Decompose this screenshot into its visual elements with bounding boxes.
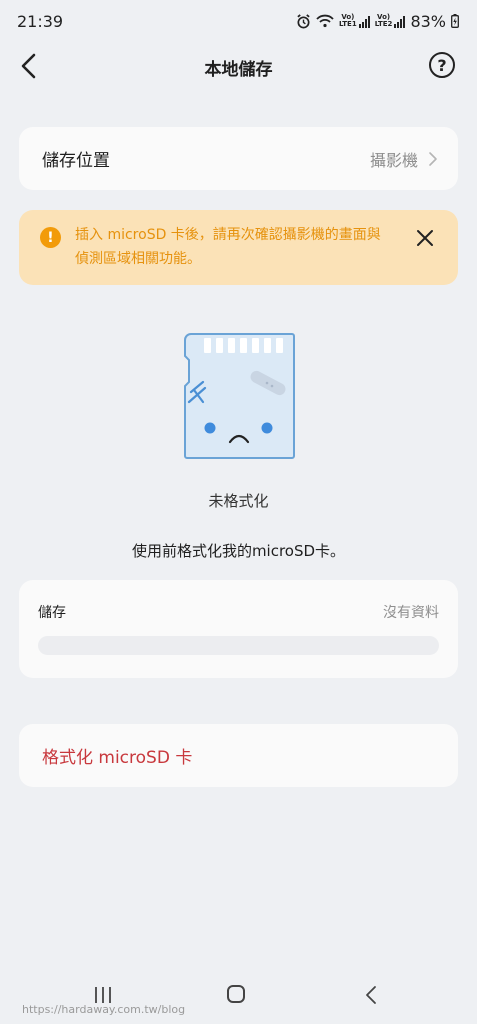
wifi-icon xyxy=(316,14,334,28)
storage-location-value: 攝影機 xyxy=(369,150,418,170)
sim2-signal: Vo) LTE2 xyxy=(375,14,406,28)
back-arrow-icon[interactable] xyxy=(16,52,44,80)
storage-info-card: 儲存 沒有資料 xyxy=(19,580,458,678)
storage-info-row: 儲存 沒有資料 xyxy=(38,602,439,622)
warning-icon: ! xyxy=(40,227,61,248)
chevron-right-icon xyxy=(429,151,437,166)
sim1-label: Vo) LTE1 xyxy=(338,13,357,28)
alarm-icon xyxy=(297,13,310,28)
sim1-signal: Vo) LTE1 xyxy=(339,14,370,28)
sd-format-hint: 使用前格式化我的microSD卡。 xyxy=(131,542,346,560)
battery-charging-icon xyxy=(451,14,459,28)
watermark-text: https://hardaway.com.tw/blog xyxy=(22,1003,186,1016)
home-icon[interactable] xyxy=(227,985,245,1003)
app-header: 本地儲存 ? xyxy=(0,42,477,92)
status-icons: Vo) LTE1 Vo) LTE2 83% xyxy=(296,12,459,31)
recent-apps-icon[interactable] xyxy=(93,986,113,1004)
storage-label: 儲存 xyxy=(38,605,66,621)
storage-usage-bar xyxy=(38,636,439,655)
close-icon[interactable] xyxy=(416,229,434,247)
status-bar: 21:39 Vo) LTE1 Vo) LTE2 83% xyxy=(0,0,477,42)
help-icon: ? xyxy=(437,55,447,75)
page-title: 本地儲存 xyxy=(204,59,273,80)
warning-text: 插入 microSD 卡後，請再次確認攝影機的畫面與偵測區域相關功能。 xyxy=(75,227,381,267)
help-button[interactable]: ? xyxy=(429,52,455,78)
storage-location-row[interactable]: 儲存位置 攝影機 xyxy=(19,127,458,190)
battery-percent: 83% xyxy=(410,11,446,31)
sd-status-text: 未格式化 xyxy=(208,492,269,510)
storage-location-label: 儲存位置 xyxy=(42,151,110,171)
signal-bars-icon xyxy=(358,16,370,28)
status-time: 21:39 xyxy=(17,11,64,31)
signal-bars-icon xyxy=(394,16,406,28)
sim2-label: Vo) LTE2 xyxy=(374,13,393,28)
nav-back-icon[interactable] xyxy=(365,985,377,1005)
storage-value: 沒有資料 xyxy=(383,605,439,621)
warning-banner: ! 插入 microSD 卡後，請再次確認攝影機的畫面與偵測區域相關功能。 xyxy=(19,210,458,285)
format-sd-button[interactable]: 格式化 microSD 卡 xyxy=(19,724,458,787)
format-sd-label: 格式化 microSD 卡 xyxy=(42,748,193,768)
sd-card-illustration xyxy=(184,333,295,459)
